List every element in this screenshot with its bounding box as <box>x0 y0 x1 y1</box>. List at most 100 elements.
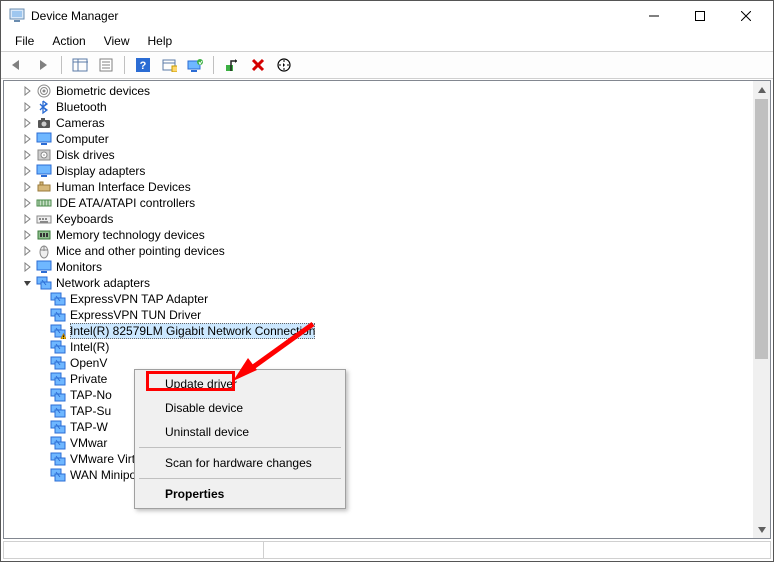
chevron-right-icon[interactable] <box>22 213 34 225</box>
tree-device[interactable]: Private <box>8 371 753 387</box>
chevron-right-icon[interactable] <box>22 229 34 241</box>
scroll-up-arrow[interactable] <box>753 81 770 98</box>
net-icon <box>50 467 66 483</box>
tree-category[interactable]: Computer <box>8 131 753 147</box>
bluetooth-icon <box>36 99 52 115</box>
net-icon <box>50 403 66 419</box>
tree-category[interactable]: Display adapters <box>8 163 753 179</box>
device-tree[interactable]: Biometric devicesBluetoothCamerasCompute… <box>4 81 753 538</box>
tree-item-label: Bluetooth <box>56 99 107 115</box>
chevron-right-icon[interactable] <box>22 117 34 129</box>
minimize-button[interactable] <box>631 1 677 31</box>
tree-category[interactable]: Cameras <box>8 115 753 131</box>
tree-device[interactable]: WAN Miniport (IKEv2) <box>8 467 753 483</box>
chevron-right-icon[interactable] <box>22 181 34 193</box>
chevron-right-icon[interactable] <box>22 101 34 113</box>
scroll-thumb[interactable] <box>755 99 768 359</box>
app-icon <box>9 8 25 24</box>
net-icon-warning <box>50 323 66 339</box>
close-button[interactable] <box>723 1 769 31</box>
menubar: File Action View Help <box>1 31 773 51</box>
chevron-right-icon[interactable] <box>22 245 34 257</box>
tree-device[interactable]: Intel(R) <box>8 339 753 355</box>
context-menu-item[interactable]: Disable device <box>137 396 343 420</box>
help-button[interactable]: ? <box>131 54 155 76</box>
tree-category-network-adapters[interactable]: Network adapters <box>8 275 753 291</box>
tree-item-label: Monitors <box>56 259 102 275</box>
tree-item-label: Cameras <box>56 115 105 131</box>
tree-category[interactable]: Memory technology devices <box>8 227 753 243</box>
toolbar: ? <box>1 51 773 79</box>
tree-category[interactable]: Bluetooth <box>8 99 753 115</box>
chevron-right-icon[interactable] <box>22 149 34 161</box>
tree-device[interactable]: ExpressVPN TUN Driver <box>8 307 753 323</box>
tree-item-label: TAP-W <box>70 419 108 435</box>
titlebar: Device Manager <box>1 1 773 31</box>
tree-device[interactable]: TAP-Su <box>8 403 753 419</box>
chevron-right-icon[interactable] <box>22 261 34 273</box>
tree-category[interactable]: Keyboards <box>8 211 753 227</box>
update-driver-tool-button[interactable] <box>183 54 207 76</box>
chevron-right-icon[interactable] <box>22 165 34 177</box>
context-menu-item[interactable]: Update driver <box>137 372 343 396</box>
tree-item-label: Intel(R) <box>70 339 109 355</box>
scroll-down-arrow[interactable] <box>753 521 770 538</box>
show-hide-tree-button[interactable] <box>68 54 92 76</box>
chevron-down-icon[interactable] <box>22 277 34 289</box>
tree-category[interactable]: Human Interface Devices <box>8 179 753 195</box>
tree-device[interactable]: OpenV <box>8 355 753 371</box>
context-menu-item[interactable]: Uninstall device <box>137 420 343 444</box>
tree-item-label: Computer <box>56 131 109 147</box>
window-title: Device Manager <box>31 9 631 23</box>
tree-item-label: TAP-Su <box>70 403 111 419</box>
net-icon <box>50 355 66 371</box>
context-menu[interactable]: Update driverDisable deviceUninstall dev… <box>134 369 346 509</box>
forward-button[interactable] <box>31 54 55 76</box>
tree-item-label: TAP-No <box>70 387 112 403</box>
menu-view[interactable]: View <box>96 33 138 49</box>
tree-item-label: Memory technology devices <box>56 227 205 243</box>
tree-device[interactable]: VMware Virtual Ethernet Adapter for VMne… <box>8 451 753 467</box>
properties-button[interactable] <box>94 54 118 76</box>
context-menu-item[interactable]: Properties <box>137 482 343 506</box>
net-icon <box>50 435 66 451</box>
menu-file[interactable]: File <box>7 33 42 49</box>
tree-category[interactable]: Monitors <box>8 259 753 275</box>
chevron-right-icon[interactable] <box>22 133 34 145</box>
tree-device[interactable]: VMwar <box>8 435 753 451</box>
tree-device[interactable]: Intel(R) 82579LM Gigabit Network Connect… <box>8 323 753 339</box>
context-menu-separator <box>139 447 341 448</box>
context-menu-item[interactable]: Scan for hardware changes <box>137 451 343 475</box>
tree-category[interactable]: Biometric devices <box>8 83 753 99</box>
net-icon <box>50 451 66 467</box>
toolbar-separator <box>124 56 125 74</box>
tree-device[interactable]: ExpressVPN TAP Adapter <box>8 291 753 307</box>
vertical-scrollbar[interactable] <box>753 81 770 538</box>
tree-device[interactable]: TAP-No <box>8 387 753 403</box>
tree-device[interactable]: TAP-W <box>8 419 753 435</box>
back-button[interactable] <box>5 54 29 76</box>
menu-help[interactable]: Help <box>140 33 181 49</box>
camera-icon <box>36 115 52 131</box>
tree-category[interactable]: Disk drives <box>8 147 753 163</box>
net-icon <box>50 371 66 387</box>
memory-icon <box>36 227 52 243</box>
enable-device-button[interactable] <box>220 54 244 76</box>
net-icon <box>50 339 66 355</box>
status-bar <box>3 541 771 559</box>
chevron-right-icon[interactable] <box>22 197 34 209</box>
fingerprint-icon <box>36 83 52 99</box>
uninstall-device-button[interactable] <box>246 54 270 76</box>
menu-action[interactable]: Action <box>44 33 93 49</box>
tree-category[interactable]: IDE ATA/ATAPI controllers <box>8 195 753 211</box>
maximize-button[interactable] <box>677 1 723 31</box>
tree-category[interactable]: Mice and other pointing devices <box>8 243 753 259</box>
tool5-button[interactable] <box>157 54 181 76</box>
chevron-right-icon[interactable] <box>22 85 34 97</box>
net-icon <box>50 419 66 435</box>
toolbar-separator <box>213 56 214 74</box>
tree-item-label: Private <box>70 371 107 387</box>
status-cell <box>4 542 264 558</box>
scan-hardware-button[interactable] <box>272 54 296 76</box>
tree-item-label: ExpressVPN TAP Adapter <box>70 291 208 307</box>
